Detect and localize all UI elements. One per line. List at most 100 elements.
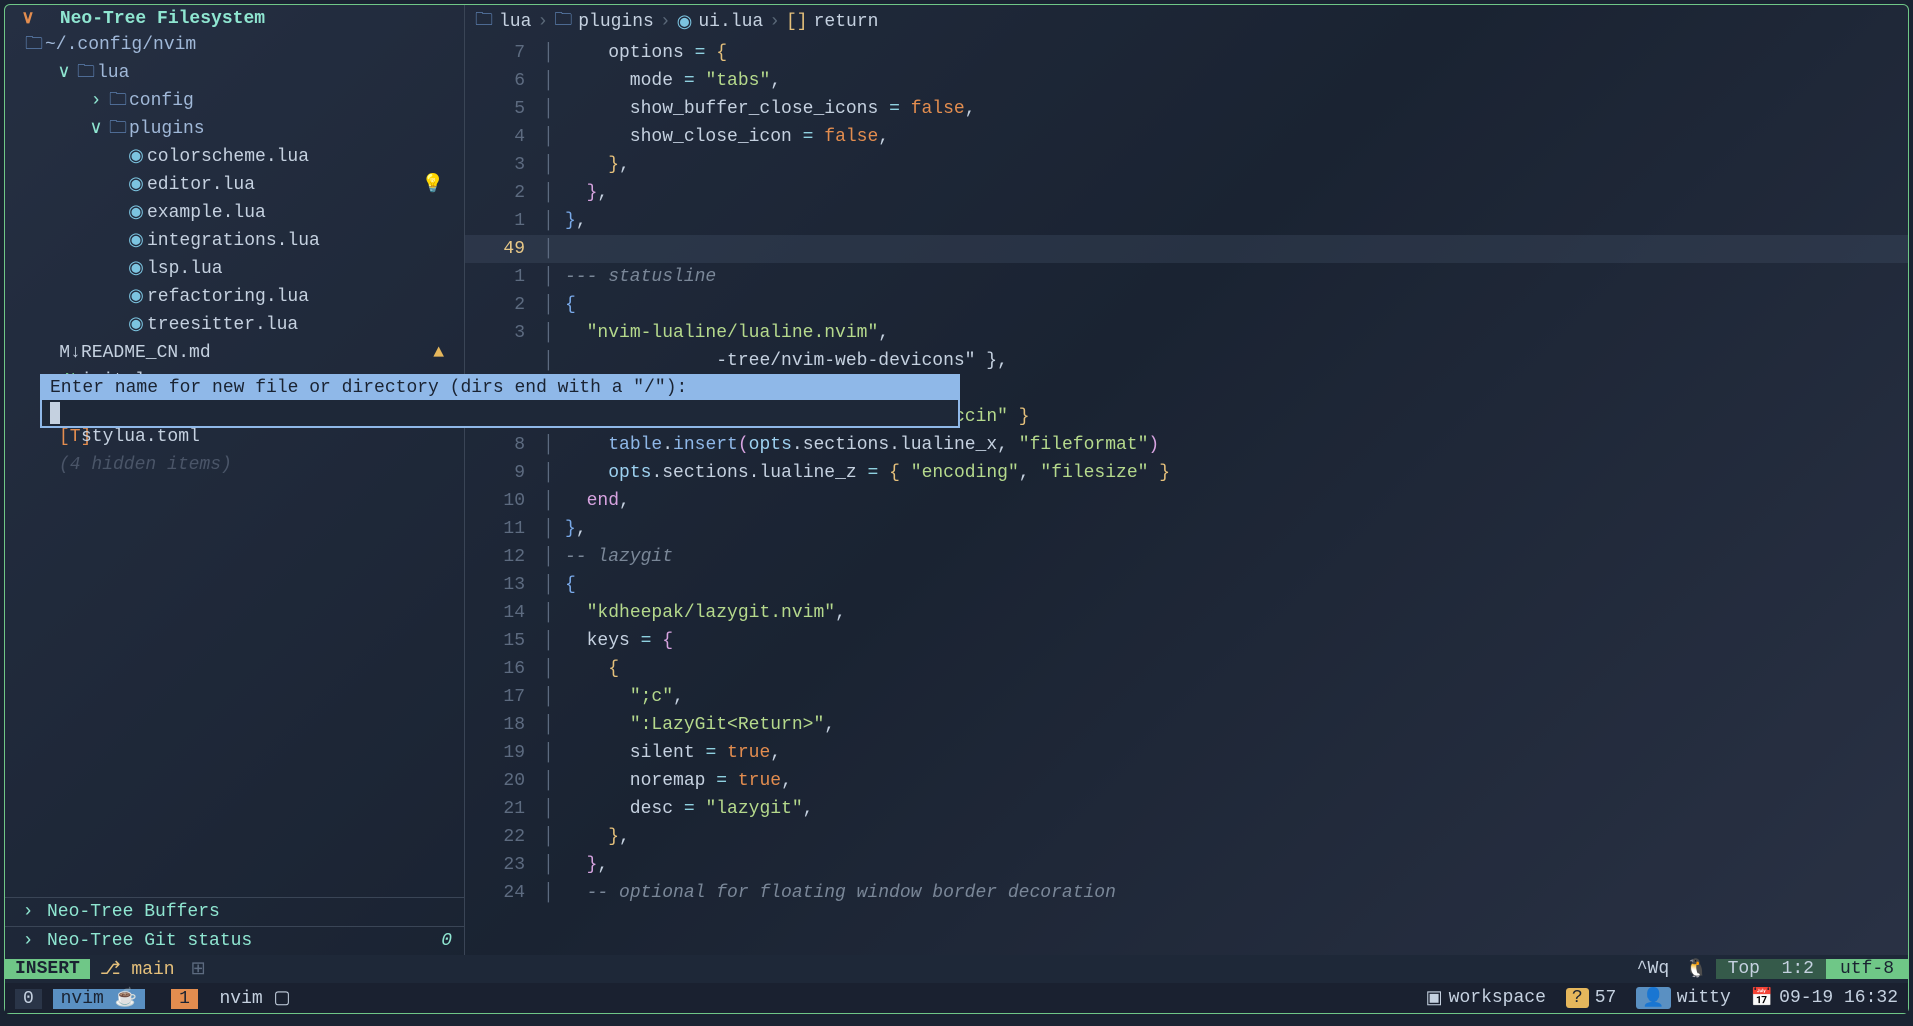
fold-column[interactable]: │ — [543, 655, 565, 683]
line-number: 19 — [465, 739, 543, 767]
tree-file[interactable]: ◉treesitter.lua — [5, 311, 464, 339]
code-line[interactable]: 1│--- statusline — [465, 263, 1908, 291]
fold-column[interactable]: │ — [543, 235, 565, 263]
fold-column[interactable]: │ — [543, 543, 565, 571]
fold-column[interactable]: │ — [543, 683, 565, 711]
code-line[interactable]: 18│ ":LazyGit<Return>", — [465, 711, 1908, 739]
fold-column[interactable]: │ — [543, 263, 565, 291]
tree-file[interactable]: ◉integrations.lua — [5, 227, 464, 255]
linux-icon: 🐧 — [1677, 958, 1715, 980]
git-section[interactable]: › Neo-Tree Git status 0 — [5, 926, 464, 955]
line-number: 24 — [465, 879, 543, 907]
code-line[interactable]: 15│ keys = { — [465, 627, 1908, 655]
code-line[interactable]: 10│ end, — [465, 487, 1908, 515]
tree-file[interactable]: ◉editor.lua💡 — [5, 171, 464, 199]
lua-icon: ◉ — [125, 311, 147, 339]
tree-file[interactable]: M↓ README_CN.md ▲ — [5, 339, 464, 367]
code-editor[interactable]: 7│ options = {6│ mode = "tabs",5│ show_b… — [465, 39, 1908, 955]
prompt-input[interactable] — [42, 400, 958, 426]
code-line[interactable]: 17│ ";c", — [465, 683, 1908, 711]
tree-dir-config[interactable]: › 🗀 config — [5, 87, 464, 115]
workspace-indicator: ▣ workspace — [1416, 987, 1556, 1009]
fold-column[interactable]: │ — [543, 39, 565, 67]
line-number: 49 — [465, 235, 543, 263]
tree-file[interactable]: ◉lsp.lua — [5, 255, 464, 283]
line-number: 1 — [465, 207, 543, 235]
fold-column[interactable]: │ — [543, 151, 565, 179]
code-line[interactable]: 3│ }, — [465, 151, 1908, 179]
clock-indicator: 📅 09-19 16:32 — [1741, 987, 1908, 1009]
hidden-items-note: (4 hidden items) — [5, 451, 464, 479]
tree-file[interactable]: ◉example.lua — [5, 199, 464, 227]
code-line[interactable]: 5│ show_buffer_close_icons = false, — [465, 95, 1908, 123]
code-line[interactable]: 16│ { — [465, 655, 1908, 683]
code-line[interactable]: 1│}, — [465, 207, 1908, 235]
fold-column[interactable]: │ — [543, 767, 565, 795]
fold-column[interactable]: │ — [543, 207, 565, 235]
fold-column[interactable]: │ — [543, 851, 565, 879]
fold-column[interactable]: │ — [543, 711, 565, 739]
fold-column[interactable]: │ — [543, 319, 565, 347]
fold-column[interactable]: │ — [543, 571, 565, 599]
code-line[interactable]: 49│ — [465, 235, 1908, 263]
tmux-window[interactable]: 0 nvim ☕ — [5, 987, 155, 1009]
lua-icon: ◉ — [125, 171, 147, 199]
fold-column[interactable]: │ — [543, 347, 565, 375]
code-line[interactable]: 8│ table.insert(opts.sections.lualine_x,… — [465, 431, 1908, 459]
tmux-window[interactable]: 1 nvim ▢ — [155, 987, 300, 1009]
code-line[interactable]: 11│}, — [465, 515, 1908, 543]
code-line[interactable]: 22│ }, — [465, 823, 1908, 851]
fold-column[interactable]: │ — [543, 431, 565, 459]
fold-column[interactable]: │ — [543, 627, 565, 655]
code-line[interactable]: 13│{ — [465, 571, 1908, 599]
fold-column[interactable]: │ — [543, 123, 565, 151]
tree-dir-lua[interactable]: ∨ 🗀 lua — [5, 59, 464, 87]
code-line[interactable]: 19│ silent = true, — [465, 739, 1908, 767]
fold-column[interactable]: │ — [543, 879, 565, 907]
code-line[interactable]: 3│ "nvim-lualine/lualine.nvim", — [465, 319, 1908, 347]
tree-file[interactable]: ◉refactoring.lua — [5, 283, 464, 311]
breadcrumb[interactable]: 🗀 lua › 🗀 plugins › ◉ ui.lua › [] return — [465, 5, 1908, 39]
code-line[interactable]: 14│ "kdheepak/lazygit.nvim", — [465, 599, 1908, 627]
fold-column[interactable]: │ — [543, 95, 565, 123]
code-line[interactable]: 7│ options = { — [465, 39, 1908, 67]
fold-column[interactable]: │ — [543, 823, 565, 851]
fold-column[interactable]: │ — [543, 515, 565, 543]
keymap-hint: ^Wq — [1629, 959, 1677, 979]
crumb[interactable]: plugins — [578, 12, 654, 32]
buffers-section[interactable]: › Neo-Tree Buffers — [5, 897, 464, 926]
code-line[interactable]: │ -tree/nvim-web-devicons" }, — [465, 347, 1908, 375]
fold-column[interactable]: │ — [543, 795, 565, 823]
code-line[interactable]: 12│-- lazygit — [465, 543, 1908, 571]
fold-column[interactable]: │ — [543, 599, 565, 627]
fold-column[interactable]: │ — [543, 67, 565, 95]
tree-root[interactable]: 🗀 ~/.config/nvim — [5, 31, 464, 59]
fold-column[interactable]: │ — [543, 459, 565, 487]
crumb[interactable]: lua — [499, 12, 531, 32]
file-label: example.lua — [147, 199, 266, 227]
code-line[interactable]: 9│ opts.sections.lualine_z = { "encoding… — [465, 459, 1908, 487]
file-label: integrations.lua — [147, 227, 320, 255]
code-line[interactable]: 2│{ — [465, 291, 1908, 319]
crumb[interactable]: ui.lua — [698, 12, 763, 32]
file-label: README_CN.md — [81, 339, 211, 367]
code-line[interactable]: 21│ desc = "lazygit", — [465, 795, 1908, 823]
encoding-indicator: utf-8 — [1826, 959, 1908, 979]
folder-icon: 🗀 — [107, 87, 129, 115]
calendar-icon: 📅 — [1751, 987, 1773, 1009]
crumb[interactable]: return — [814, 12, 879, 32]
code-line[interactable]: 2│ }, — [465, 179, 1908, 207]
fold-column[interactable]: │ — [543, 291, 565, 319]
code-line[interactable]: 24│ -- optional for floating window bord… — [465, 879, 1908, 907]
fold-column[interactable]: │ — [543, 487, 565, 515]
folder-open-icon: 🗀 — [107, 115, 129, 143]
fold-column[interactable]: │ — [543, 739, 565, 767]
code-line[interactable]: 23│ }, — [465, 851, 1908, 879]
code-line[interactable]: 4│ show_close_icon = false, — [465, 123, 1908, 151]
code-line[interactable]: 20│ noremap = true, — [465, 767, 1908, 795]
file-label: treesitter.lua — [147, 311, 298, 339]
tree-file[interactable]: ◉colorscheme.lua — [5, 143, 464, 171]
fold-column[interactable]: │ — [543, 179, 565, 207]
code-line[interactable]: 6│ mode = "tabs", — [465, 67, 1908, 95]
tree-dir-plugins[interactable]: ∨ 🗀 plugins — [5, 115, 464, 143]
